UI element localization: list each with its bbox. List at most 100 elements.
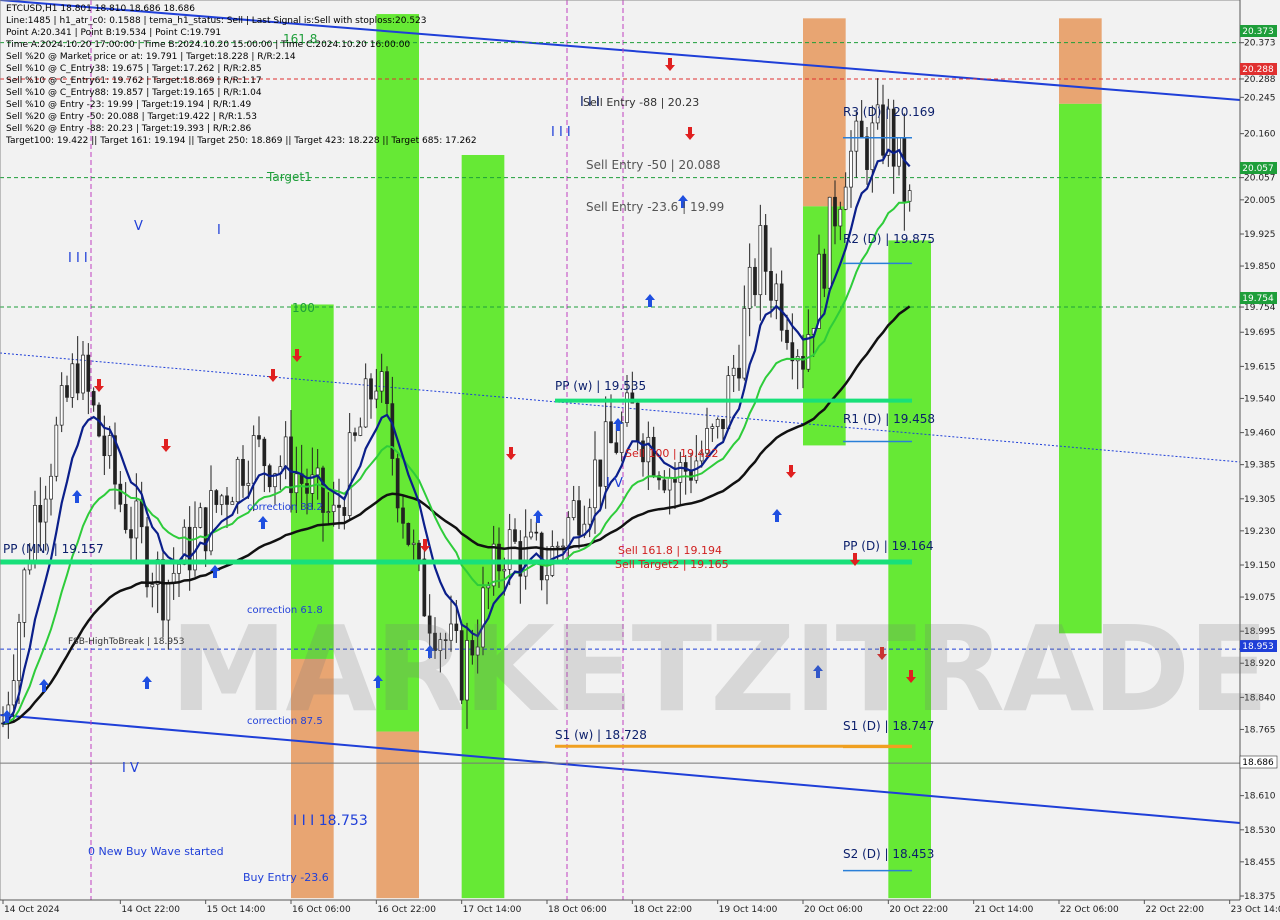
time-tick-label-11: 21 Oct 14:00 [975, 905, 1034, 915]
wave-cycle-label: I I I [580, 95, 600, 110]
candle-body [577, 500, 581, 536]
candle-body [257, 435, 261, 440]
time-tick-label-10: 20 Oct 22:00 [889, 905, 948, 915]
price-tick-label-20: 19.075 [1244, 593, 1276, 603]
svg-text:18.953: 18.953 [1242, 642, 1274, 652]
correction-38-label: correction 38.2 [247, 502, 323, 513]
candle-body [65, 385, 69, 398]
candle-body [854, 120, 859, 152]
buy-entry-label: Buy Entry -23.6 [243, 871, 329, 884]
buy-zone-4 [888, 240, 931, 899]
candle-body [177, 564, 181, 574]
candle-body [358, 426, 363, 436]
sell-arrow-icon-4 [506, 447, 516, 460]
candle-body [843, 186, 848, 210]
time-axis-panel [0, 900, 1240, 920]
sell-arrow-icon-3 [268, 369, 278, 382]
candle-body [625, 392, 629, 423]
time-tick-label-7: 18 Oct 22:00 [633, 905, 692, 915]
time-tick-label-5: 17 Oct 14:00 [463, 905, 522, 915]
sell-zone-8 [803, 18, 846, 207]
candle-body [785, 329, 789, 343]
candle-body [769, 271, 773, 301]
sell-zone-6 [291, 658, 334, 899]
candle-body [331, 504, 336, 512]
candle-body [81, 354, 85, 394]
sell-zone-9 [1059, 18, 1102, 104]
time-tick-label-14: 23 Oct 14:00 [1231, 905, 1280, 915]
s1-weekly-label: S1 (w) | 18.728 [555, 728, 647, 742]
candle-body [283, 436, 288, 467]
time-tick-label-4: 16 Oct 22:00 [377, 905, 436, 915]
candle-body [763, 225, 768, 272]
price-tick-label-19: 19.150 [1244, 561, 1276, 571]
svg-text:20.057: 20.057 [1242, 164, 1274, 174]
candle-body [150, 584, 155, 588]
candle-body [838, 208, 843, 227]
price-tick-label-3: 20.245 [1244, 93, 1276, 103]
candle-body [449, 623, 453, 641]
candle-body [38, 505, 43, 523]
candle-body [470, 640, 475, 656]
candle-body [779, 283, 784, 331]
price-tick-label-18: 19.230 [1244, 527, 1276, 537]
candle-body [758, 225, 763, 296]
price-tick-label-2: 20.288 [1244, 75, 1276, 85]
candle-body [635, 402, 640, 442]
sell-entry-23-label: Sell Entry -23.6 | 19.99 [586, 200, 724, 214]
price-tick-label-8: 19.925 [1244, 230, 1276, 240]
price-chart[interactable]: 20.40520.37320.28820.24520.16020.08020.0… [0, 0, 1280, 920]
time-tick-label-0: 14 Oct 2024 [4, 905, 60, 915]
sell-arrow-icon-1 [161, 439, 171, 452]
buy-arrow-icon-3 [258, 516, 268, 529]
candle-body [43, 498, 48, 523]
candle-body [182, 526, 187, 565]
candle-body [401, 507, 405, 524]
badge-18686: 18.686 [1239, 755, 1278, 769]
candle-body [139, 500, 144, 528]
candle-body [753, 266, 757, 296]
time-tick-label-9: 20 Oct 06:00 [804, 905, 863, 915]
candle-body [374, 390, 379, 400]
correction-61-label: correction 61.8 [247, 605, 323, 616]
candle-body [721, 418, 725, 430]
buy-arrow-icon-1 [142, 676, 152, 689]
price-tick-label-28: 18.530 [1244, 826, 1276, 836]
wave-iv-left-label: I V [122, 761, 139, 776]
buy-arrow-icon-6 [533, 510, 543, 523]
candle-body [849, 150, 853, 188]
candle-body [294, 473, 299, 494]
candle-body [598, 459, 603, 487]
candle-body [353, 432, 357, 436]
price-tick-label-29: 18.455 [1244, 858, 1276, 868]
price-tick-label-16: 19.385 [1244, 461, 1276, 471]
sell-100-label: Sell 100 | 19.422 [625, 447, 719, 460]
badge-20373: 20.373 [1240, 25, 1277, 37]
time-tick-label-12: 22 Oct 06:00 [1060, 905, 1119, 915]
candle-body [246, 482, 251, 486]
horizontal-levels-layer [0, 42, 1240, 764]
candle-body [209, 490, 213, 552]
wave-iii-price-label: I I I 18.753 [293, 813, 368, 829]
r3-label: R3 (D) | 20.169 [843, 105, 935, 119]
candle-body [513, 529, 517, 542]
candle-body [326, 511, 331, 513]
sell-entry-88-label: Sell Entry -88 | 20.23 [583, 96, 699, 109]
candle-body [609, 421, 613, 444]
candle-body [235, 459, 240, 503]
candle-body [561, 545, 565, 548]
candle-body [747, 266, 752, 309]
price-tick-label-21: 18.995 [1244, 627, 1276, 637]
candle-body [289, 436, 293, 494]
candle-body [171, 572, 176, 583]
badge-20288: 20.288 [1240, 63, 1277, 75]
candle-body [902, 137, 907, 202]
price-tick-label-12: 19.695 [1244, 328, 1276, 338]
candle-body [731, 367, 736, 376]
ma-slow-line [2, 305, 911, 725]
buy-zone-2 [461, 154, 505, 899]
s1-daily-label: S1 (D) | 18.747 [843, 719, 934, 733]
wave-i-label: I [217, 223, 221, 238]
time-tick-label-6: 18 Oct 06:00 [548, 905, 607, 915]
badge-20057: 20.057 [1240, 162, 1277, 174]
